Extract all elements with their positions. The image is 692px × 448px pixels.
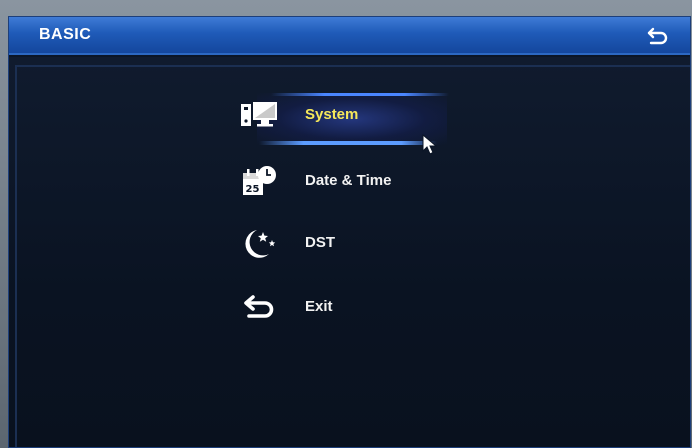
menu-item-system[interactable]: System <box>239 95 449 135</box>
back-button[interactable] <box>646 25 670 47</box>
title-bar: BASIC <box>9 17 690 55</box>
menu-item-dst[interactable]: DST <box>239 223 449 263</box>
calendar-clock-icon: 25 <box>243 166 276 195</box>
computer-monitor-icon <box>241 102 277 127</box>
return-arrow-icon <box>244 295 274 318</box>
selection-line-bottom <box>259 141 437 145</box>
moon-stars-icon <box>245 230 276 258</box>
window-title: BASIC <box>39 26 92 43</box>
menu-item-label: Date & Time <box>305 172 392 189</box>
screen-background: BASIC System 25 Date & Time DST Exit <box>0 0 692 448</box>
menu-item-date-time[interactable]: 25 Date & Time <box>239 161 449 201</box>
menu-item-label: DST <box>305 234 335 251</box>
mouse-pointer-icon <box>422 133 438 155</box>
return-arrow-icon <box>647 27 668 45</box>
basic-settings-window: BASIC System 25 Date & Time DST Exit <box>8 16 691 448</box>
menu-item-label: Exit <box>305 298 333 315</box>
svg-text:25: 25 <box>246 184 260 195</box>
menu-item-label: System <box>305 106 359 123</box>
menu-item-exit[interactable]: Exit <box>239 287 449 327</box>
